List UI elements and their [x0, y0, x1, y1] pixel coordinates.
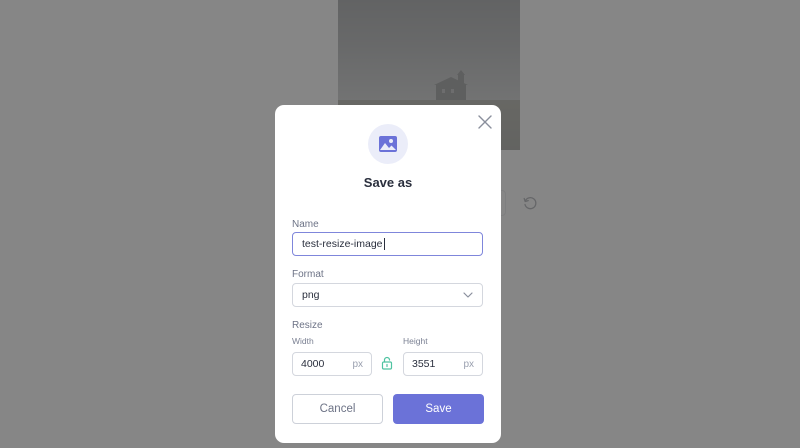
width-input[interactable]: 4000 px: [292, 352, 372, 376]
width-value: 4000: [301, 358, 325, 370]
text-caret: [383, 238, 385, 250]
dialog-title: Save as: [363, 175, 413, 190]
format-select[interactable]: png: [292, 283, 483, 307]
save-as-dialog: Save as Name test-resize-image Format pn…: [275, 105, 501, 443]
unlock-icon[interactable]: [381, 356, 393, 370]
format-label: Format: [292, 269, 324, 280]
height-label: Height: [403, 336, 428, 346]
height-input[interactable]: 3551 px: [403, 352, 483, 376]
name-label: Name: [292, 219, 319, 230]
format-select-value: png: [302, 289, 320, 301]
height-unit: px: [463, 358, 474, 370]
header-icon-circle: [368, 124, 408, 164]
name-input-value: test-resize-image: [302, 238, 383, 250]
cancel-button[interactable]: Cancel: [292, 394, 383, 424]
close-icon[interactable]: [477, 114, 493, 130]
image-icon: [379, 136, 397, 152]
width-label: Width: [292, 336, 314, 346]
chevron-down-icon: [463, 292, 473, 298]
name-input[interactable]: test-resize-image: [292, 232, 483, 256]
save-button[interactable]: Save: [393, 394, 484, 424]
height-value: 3551: [412, 358, 436, 370]
width-unit: px: [352, 358, 363, 370]
resize-label: Resize: [292, 320, 323, 331]
